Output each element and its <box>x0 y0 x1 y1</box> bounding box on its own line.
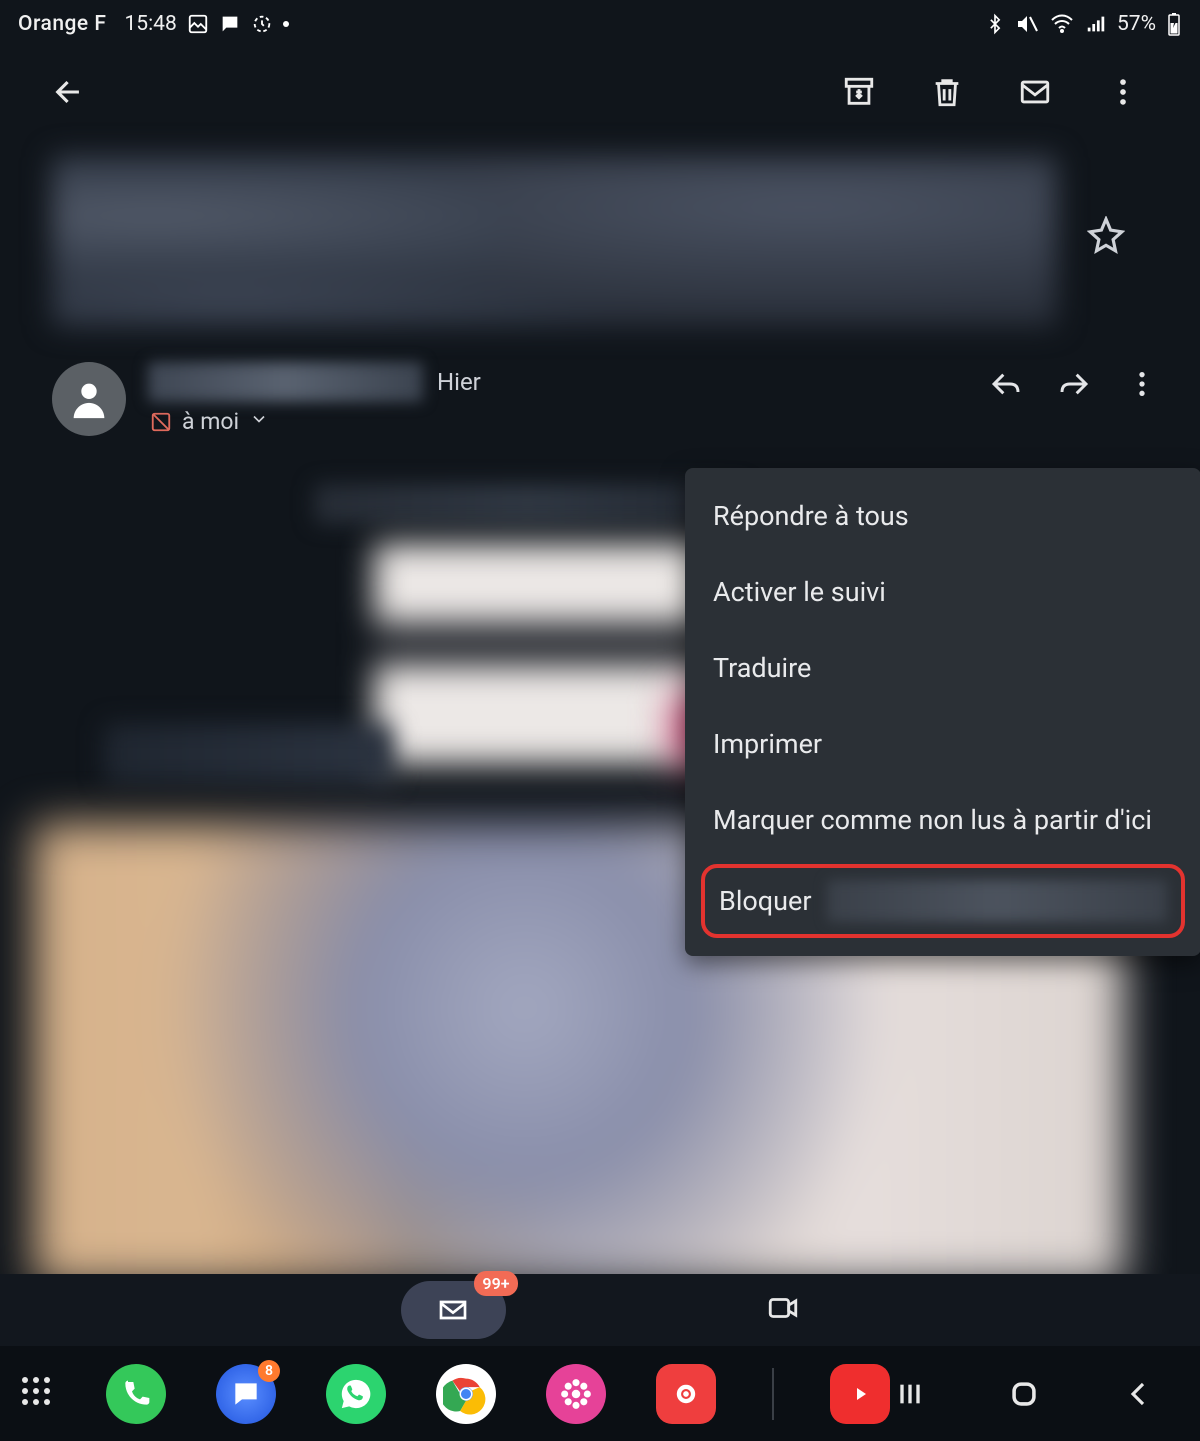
nav-back[interactable] <box>1118 1374 1158 1414</box>
clock: 15:48 <box>124 12 176 36</box>
to-label: à moi <box>182 408 239 435</box>
nav-home[interactable] <box>1004 1374 1044 1414</box>
mark-unread-button[interactable] <box>1000 57 1070 127</box>
subject-row <box>0 136 1200 346</box>
overflow-button[interactable] <box>1088 57 1158 127</box>
menu-translate[interactable]: Traduire <box>685 630 1200 706</box>
carrier-label: Orange F <box>18 12 106 36</box>
battery-icon <box>1166 12 1182 36</box>
battery-percent: 57% <box>1117 12 1156 36</box>
subject-redacted <box>52 156 1057 326</box>
bluetooth-icon <box>985 12 1005 36</box>
dock-chrome[interactable] <box>436 1364 496 1424</box>
menu-mark-unread-here[interactable]: Marquer comme non lus à partir d'ici <box>685 782 1200 858</box>
menu-snooze[interactable]: Activer le suivi <box>685 554 1200 630</box>
gallery-notification-icon <box>187 13 209 35</box>
mail-badge: 99+ <box>474 1271 517 1296</box>
android-nav-bar: 8 <box>0 1346 1200 1441</box>
images-blocked-icon <box>150 411 172 433</box>
chat-notification-icon <box>219 13 241 35</box>
message-context-menu: Répondre à tous Activer le suivi Traduir… <box>685 468 1200 956</box>
messages-badge: 8 <box>258 1360 280 1382</box>
android-status-bar: Orange F 15:48 57% <box>0 0 1200 48</box>
app-drawer-button[interactable] <box>22 1377 54 1411</box>
avatar[interactable] <box>52 362 126 436</box>
delete-button[interactable] <box>912 57 982 127</box>
message-overflow-button[interactable] <box>1126 368 1158 404</box>
sender-row: Hier à moi <box>0 346 1200 444</box>
tab-meet[interactable] <box>766 1291 800 1329</box>
dock-phone[interactable] <box>106 1364 166 1424</box>
wifi-icon <box>1049 12 1075 36</box>
menu-block-sender[interactable]: Bloquer <box>701 864 1185 938</box>
recipient-line[interactable]: à moi <box>148 408 481 435</box>
menu-print[interactable]: Imprimer <box>685 706 1200 782</box>
menu-block-name-redacted <box>827 880 1167 922</box>
reply-button[interactable] <box>990 368 1022 404</box>
signal-icon <box>1085 13 1107 35</box>
menu-reply-all[interactable]: Répondre à tous <box>685 478 1200 554</box>
chevron-down-icon <box>249 408 269 435</box>
archive-button[interactable] <box>824 57 894 127</box>
sync-notification-icon <box>251 13 273 35</box>
tab-mail[interactable]: 99+ <box>401 1281 506 1339</box>
sender-name-redacted <box>148 362 423 402</box>
forward-button[interactable] <box>1058 368 1090 404</box>
gmail-message-toolbar <box>0 48 1200 136</box>
mute-icon <box>1015 12 1039 36</box>
dock-messages[interactable]: 8 <box>216 1364 276 1424</box>
dock-camera[interactable] <box>656 1364 716 1424</box>
gmail-bottom-tabs: 99+ <box>0 1274 1200 1346</box>
nav-recents[interactable] <box>890 1374 930 1414</box>
dock-gallery[interactable] <box>546 1364 606 1424</box>
back-button[interactable] <box>34 57 104 127</box>
message-time: Hier <box>437 368 481 396</box>
dock-youtube[interactable] <box>830 1364 890 1424</box>
dock-whatsapp[interactable] <box>326 1364 386 1424</box>
menu-block-label: Bloquer <box>719 885 811 917</box>
dock-divider <box>772 1368 774 1420</box>
dot-notification-icon <box>283 21 289 27</box>
star-button[interactable] <box>1087 216 1125 258</box>
